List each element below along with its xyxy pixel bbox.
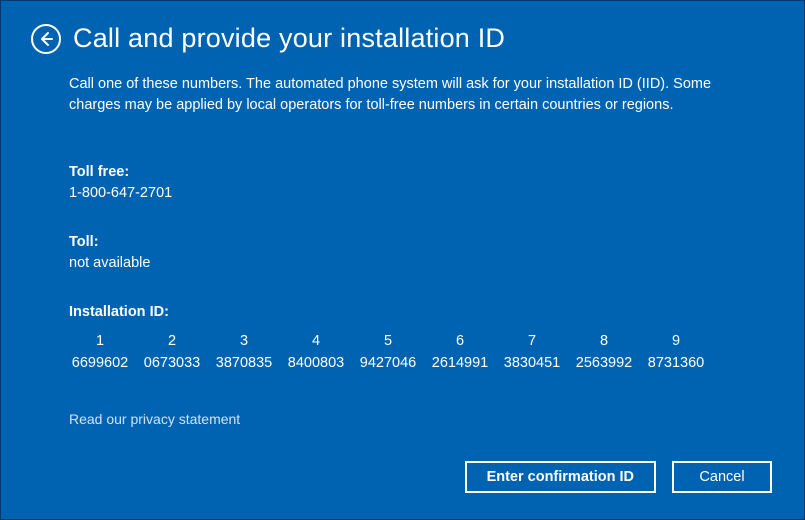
installation-id-group-index: 8 bbox=[573, 333, 635, 349]
toll-free-section: Toll free: 1-800-647-2701 bbox=[69, 162, 736, 204]
installation-id-group-value: 0673033 bbox=[141, 355, 203, 371]
footer-buttons: Enter confirmation ID Cancel bbox=[465, 461, 772, 493]
installation-id-group: 5 9427046 bbox=[357, 333, 419, 371]
installation-id-group-index: 2 bbox=[141, 333, 203, 349]
installation-id-label: Installation ID: bbox=[69, 302, 736, 323]
installation-id-group-value: 3870835 bbox=[213, 355, 275, 371]
installation-id-group: 1 6699602 bbox=[69, 333, 131, 371]
installation-id-group-value: 6699602 bbox=[69, 355, 131, 371]
intro-text: Call one of these numbers. The automated… bbox=[69, 74, 736, 116]
toll-value: not available bbox=[69, 253, 736, 274]
installation-id-group-value: 2563992 bbox=[573, 355, 635, 371]
arrow-left-icon bbox=[38, 31, 54, 47]
installation-id-group-value: 3830451 bbox=[501, 355, 563, 371]
installation-id-group-index: 7 bbox=[501, 333, 563, 349]
installation-id-section: Installation ID: 1 6699602 2 0673033 3 387083… bbox=[69, 302, 736, 371]
installation-id-group: 2 0673033 bbox=[141, 333, 203, 371]
installation-id-group: 7 3830451 bbox=[501, 333, 563, 371]
back-button[interactable] bbox=[31, 24, 61, 54]
installation-id-group-index: 3 bbox=[213, 333, 275, 349]
header: Call and provide your installation ID bbox=[1, 1, 804, 64]
installation-id-group-index: 9 bbox=[645, 333, 707, 349]
enter-confirmation-id-button[interactable]: Enter confirmation ID bbox=[465, 461, 656, 493]
installation-id-group-index: 5 bbox=[357, 333, 419, 349]
installation-id-group-index: 1 bbox=[69, 333, 131, 349]
installation-id-group-index: 4 bbox=[285, 333, 347, 349]
installation-id-group-value: 8731360 bbox=[645, 355, 707, 371]
toll-free-value: 1-800-647-2701 bbox=[69, 183, 736, 204]
toll-free-label: Toll free: bbox=[69, 162, 736, 183]
cancel-button[interactable]: Cancel bbox=[672, 461, 772, 493]
installation-id-table: 1 6699602 2 0673033 3 3870835 4 8400803 5 9427046… bbox=[69, 333, 736, 371]
privacy-statement-link[interactable]: Read our privacy statement bbox=[69, 411, 240, 427]
page-title: Call and provide your installation ID bbox=[73, 23, 505, 54]
installation-id-group-value: 2614991 bbox=[429, 355, 491, 371]
toll-label: Toll: bbox=[69, 232, 736, 253]
installation-id-group-value: 8400803 bbox=[285, 355, 347, 371]
installation-id-group: 6 2614991 bbox=[429, 333, 491, 371]
installation-id-group: 4 8400803 bbox=[285, 333, 347, 371]
toll-section: Toll: not available bbox=[69, 232, 736, 274]
installation-id-group-index: 6 bbox=[429, 333, 491, 349]
installation-id-group: 9 8731360 bbox=[645, 333, 707, 371]
installation-id-group: 8 2563992 bbox=[573, 333, 635, 371]
installation-id-group: 3 3870835 bbox=[213, 333, 275, 371]
content-area: Call one of these numbers. The automated… bbox=[1, 64, 804, 429]
installation-id-group-value: 9427046 bbox=[357, 355, 419, 371]
